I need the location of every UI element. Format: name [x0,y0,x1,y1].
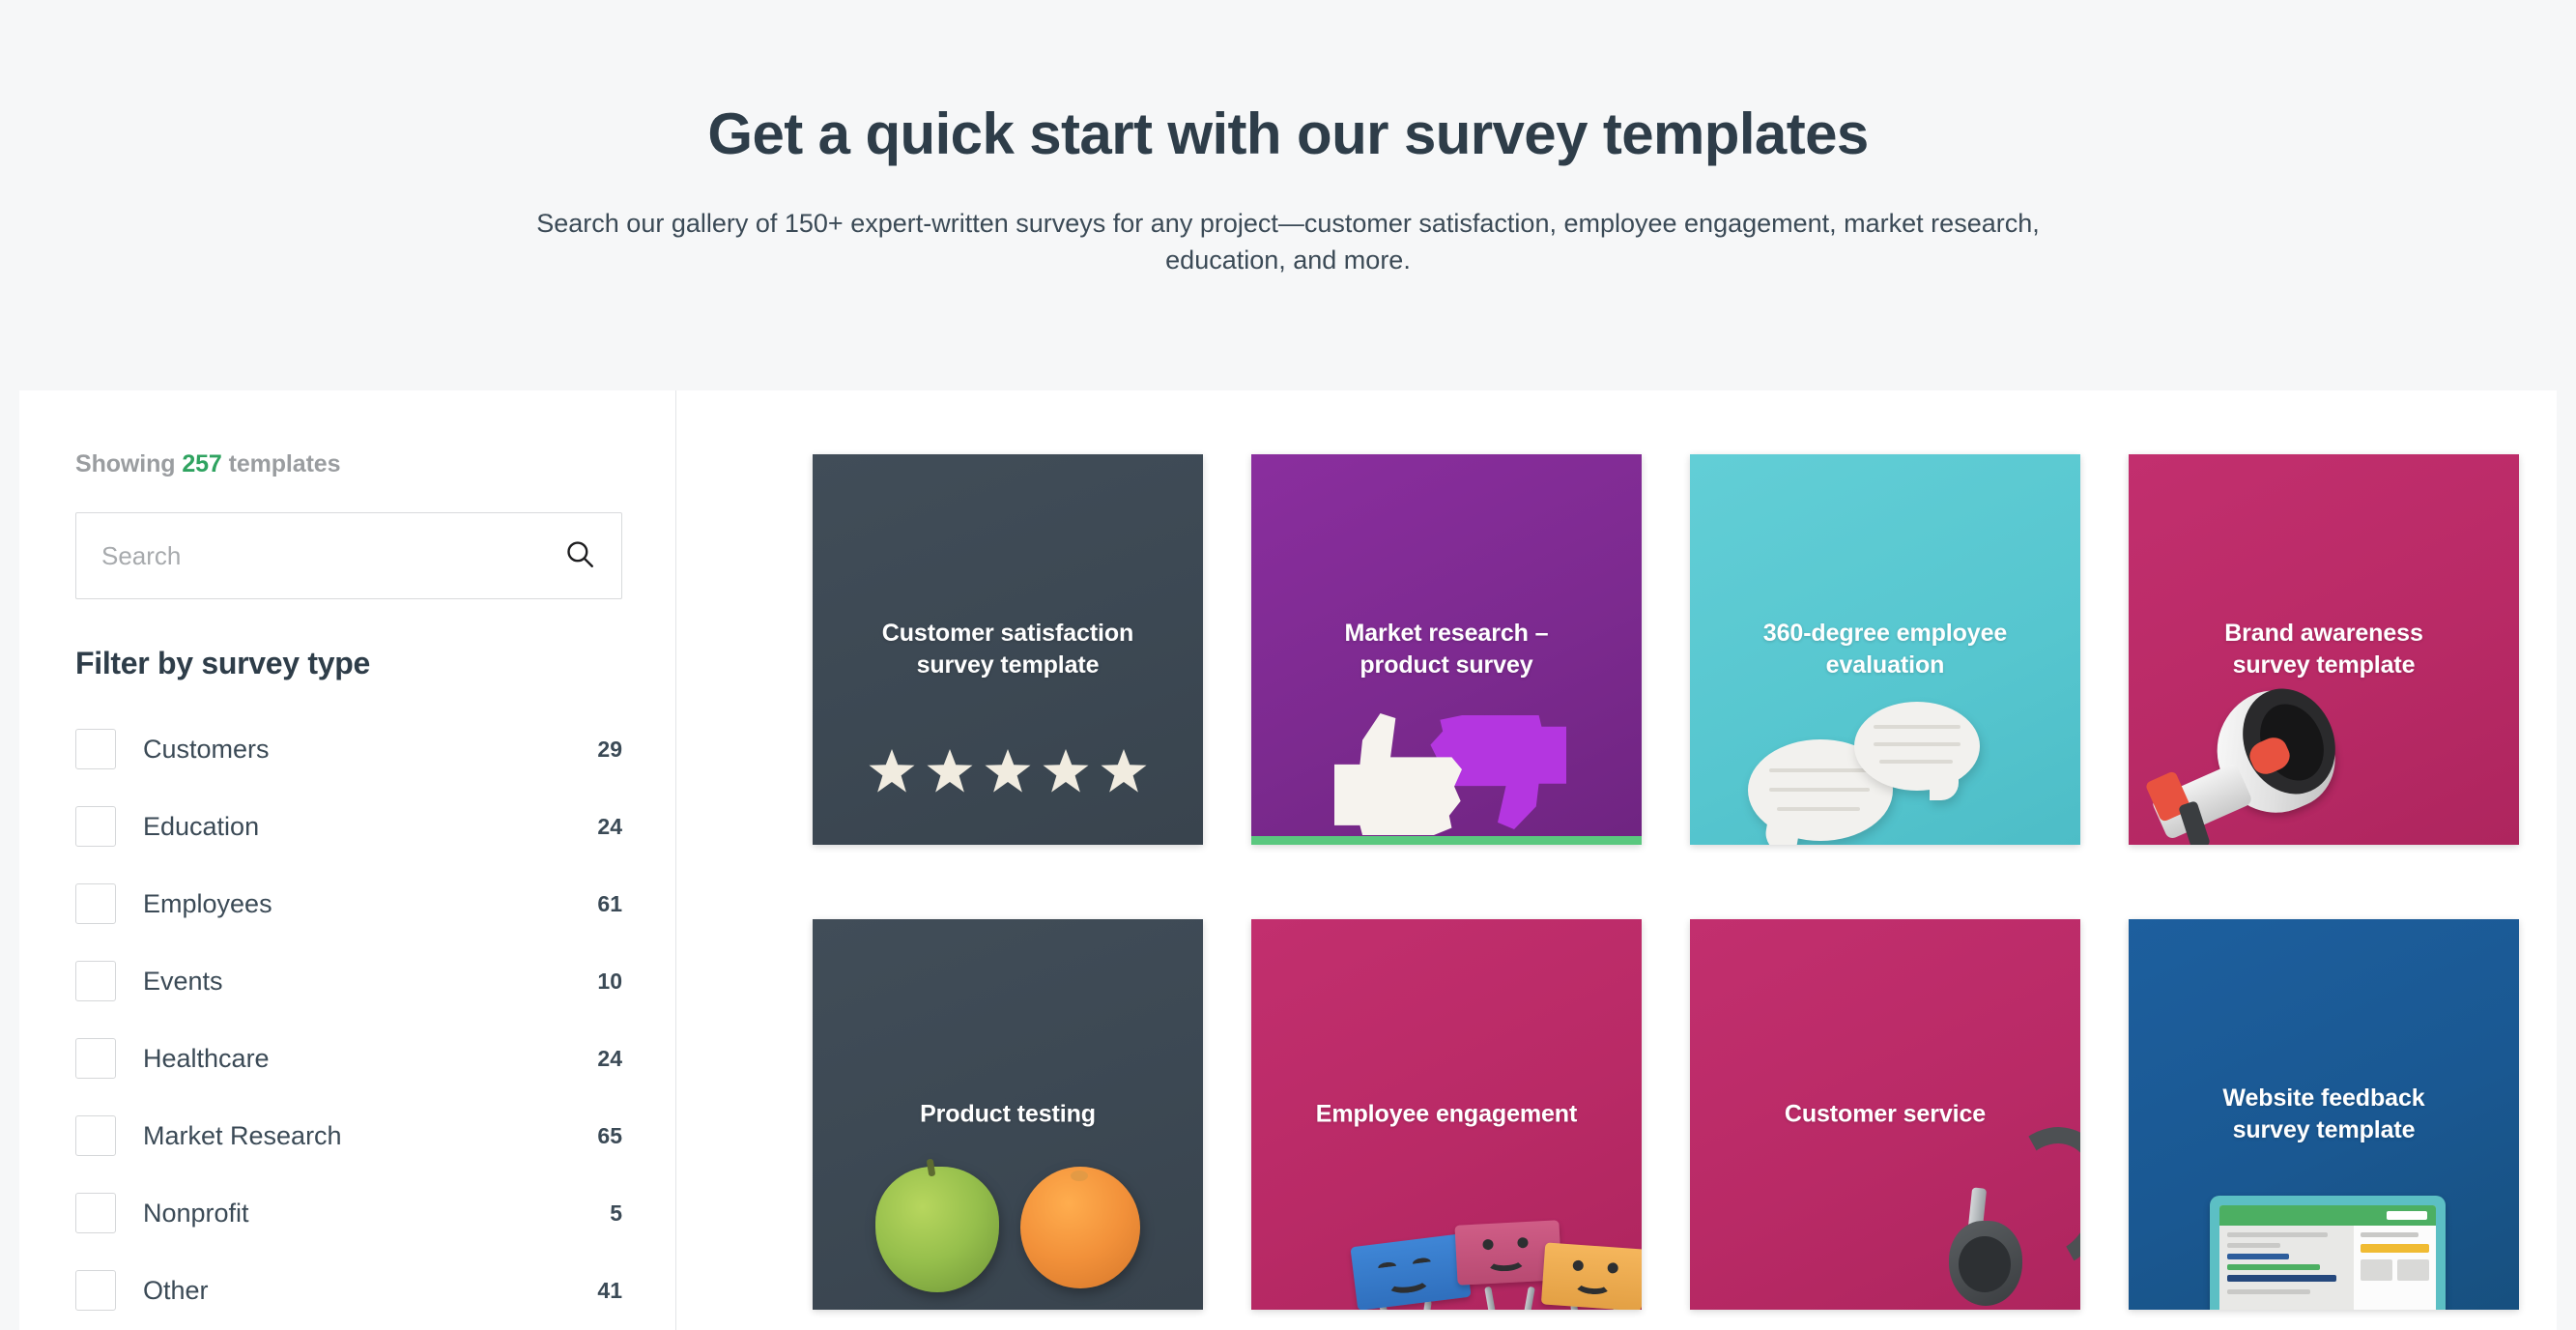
filter-checkbox[interactable] [75,1115,116,1156]
card-title-line1: Website feedback [2222,1084,2425,1112]
template-card-customer-satisfaction[interactable]: Customer satisfaction survey template [813,454,1203,845]
card-title-line1: Employee engagement [1315,1100,1578,1128]
filter-label: Other [143,1275,209,1305]
filter-checkbox[interactable] [75,1193,116,1233]
template-count-value: 257 [182,450,222,477]
template-card-market-research[interactable]: Market research – product survey [1251,454,1642,845]
showing-suffix-label: templates [228,450,341,477]
template-grid: Customer satisfaction survey template Ma… [676,390,2557,1330]
showing-prefix-label: Showing [75,450,176,477]
filter-count: 24 [597,1045,622,1071]
filter-checkbox[interactable] [75,1038,116,1079]
template-card-title: Market research – product survey [1251,618,1642,681]
filter-count: 5 [610,1200,622,1226]
filter-count: 10 [597,968,622,994]
template-grid-row: Customer satisfaction survey template Ma… [813,454,2557,845]
template-card-product-testing[interactable]: Product testing [813,919,1203,1310]
card-title-line2: evaluation [1825,651,1945,679]
card-title-line1: Market research – [1344,620,1549,647]
card-hover-indicator [1251,836,1642,845]
card-title-line1: Product testing [920,1100,1096,1128]
card-title-line2: survey template [2232,651,2416,679]
template-card-title: Brand awareness survey template [2129,618,2519,681]
filter-section-title: Filter by survey type [75,646,370,680]
filter-list: Customers 29 Education 24 Employees 61 E… [75,710,622,1329]
filter-label: Market Research [143,1120,342,1150]
card-title-line2: product survey [1360,651,1533,679]
template-card-title: 360-degree employee evaluation [1690,618,2080,681]
filter-checkbox[interactable] [75,729,116,769]
filter-checkbox[interactable] [75,806,116,847]
template-card-title: Website feedback survey template [2129,1083,2519,1146]
template-card-employee-engagement[interactable]: Employee engagement [1251,919,1642,1310]
filter-count: 65 [597,1122,622,1148]
filter-count: 24 [597,813,622,839]
card-title-line1: Brand awareness [2224,620,2423,647]
template-card-title: Customer satisfaction survey template [813,618,1203,681]
template-card-title: Employee engagement [1251,1099,1642,1131]
template-card-brand-awareness[interactable]: Brand awareness survey template [2129,454,2519,845]
search-box[interactable] [75,512,622,599]
filter-checkbox[interactable] [75,1270,116,1311]
filter-label: Nonprofit [143,1198,249,1228]
filter-label: Healthcare [143,1043,270,1073]
filter-row-education[interactable]: Education 24 [75,788,622,865]
template-card-title: Product testing [813,1099,1203,1131]
filter-row-employees[interactable]: Employees 61 [75,865,622,942]
filter-label: Events [143,966,223,996]
filter-row-market-research[interactable]: Market Research 65 [75,1097,622,1174]
template-card-website-feedback[interactable]: Website feedback survey template [2129,919,2519,1310]
filter-label: Customers [143,734,270,764]
filter-checkbox[interactable] [75,961,116,1001]
page-subtitle: Search our gallery of 150+ expert-writte… [536,209,2040,275]
search-input[interactable] [101,540,563,571]
card-title-line1: Customer satisfaction [881,620,1134,647]
filter-label: Education [143,811,260,841]
card-title-line1: 360-degree employee [1762,620,2008,647]
page-title: Get a quick start with our survey templa… [707,101,1869,166]
filter-row-healthcare[interactable]: Healthcare 24 [75,1020,622,1097]
filter-sidebar: Showing 257 templates Filter by survey t… [19,390,676,1330]
template-card-title: Customer service [1690,1099,2080,1131]
filter-row-nonprofit[interactable]: Nonprofit 5 [75,1174,622,1252]
filter-row-other[interactable]: Other 41 [75,1252,622,1329]
template-grid-row: Product testing Employee engagement Cust… [813,919,2557,1310]
filter-label: Employees [143,888,272,918]
filter-row-customers[interactable]: Customers 29 [75,710,622,788]
filter-count: 61 [597,890,622,916]
card-title-line2: survey template [2232,1116,2416,1143]
card-title-line2: survey template [916,651,1100,679]
hero-section: Get a quick start with our survey templa… [0,0,2576,390]
showing-templates-count: Showing 257 templates [75,450,615,478]
search-icon[interactable] [563,537,596,575]
filter-row-events[interactable]: Events 10 [75,942,622,1020]
template-card-360-employee-evaluation[interactable]: 360-degree employee evaluation [1690,454,2080,845]
filter-count: 29 [597,736,622,762]
content-panel: Showing 257 templates Filter by survey t… [19,390,2557,1330]
card-title-line1: Customer service [1784,1100,1987,1128]
filter-checkbox[interactable] [75,883,116,924]
filter-count: 41 [597,1277,622,1303]
template-card-customer-service[interactable]: Customer service [1690,919,2080,1310]
